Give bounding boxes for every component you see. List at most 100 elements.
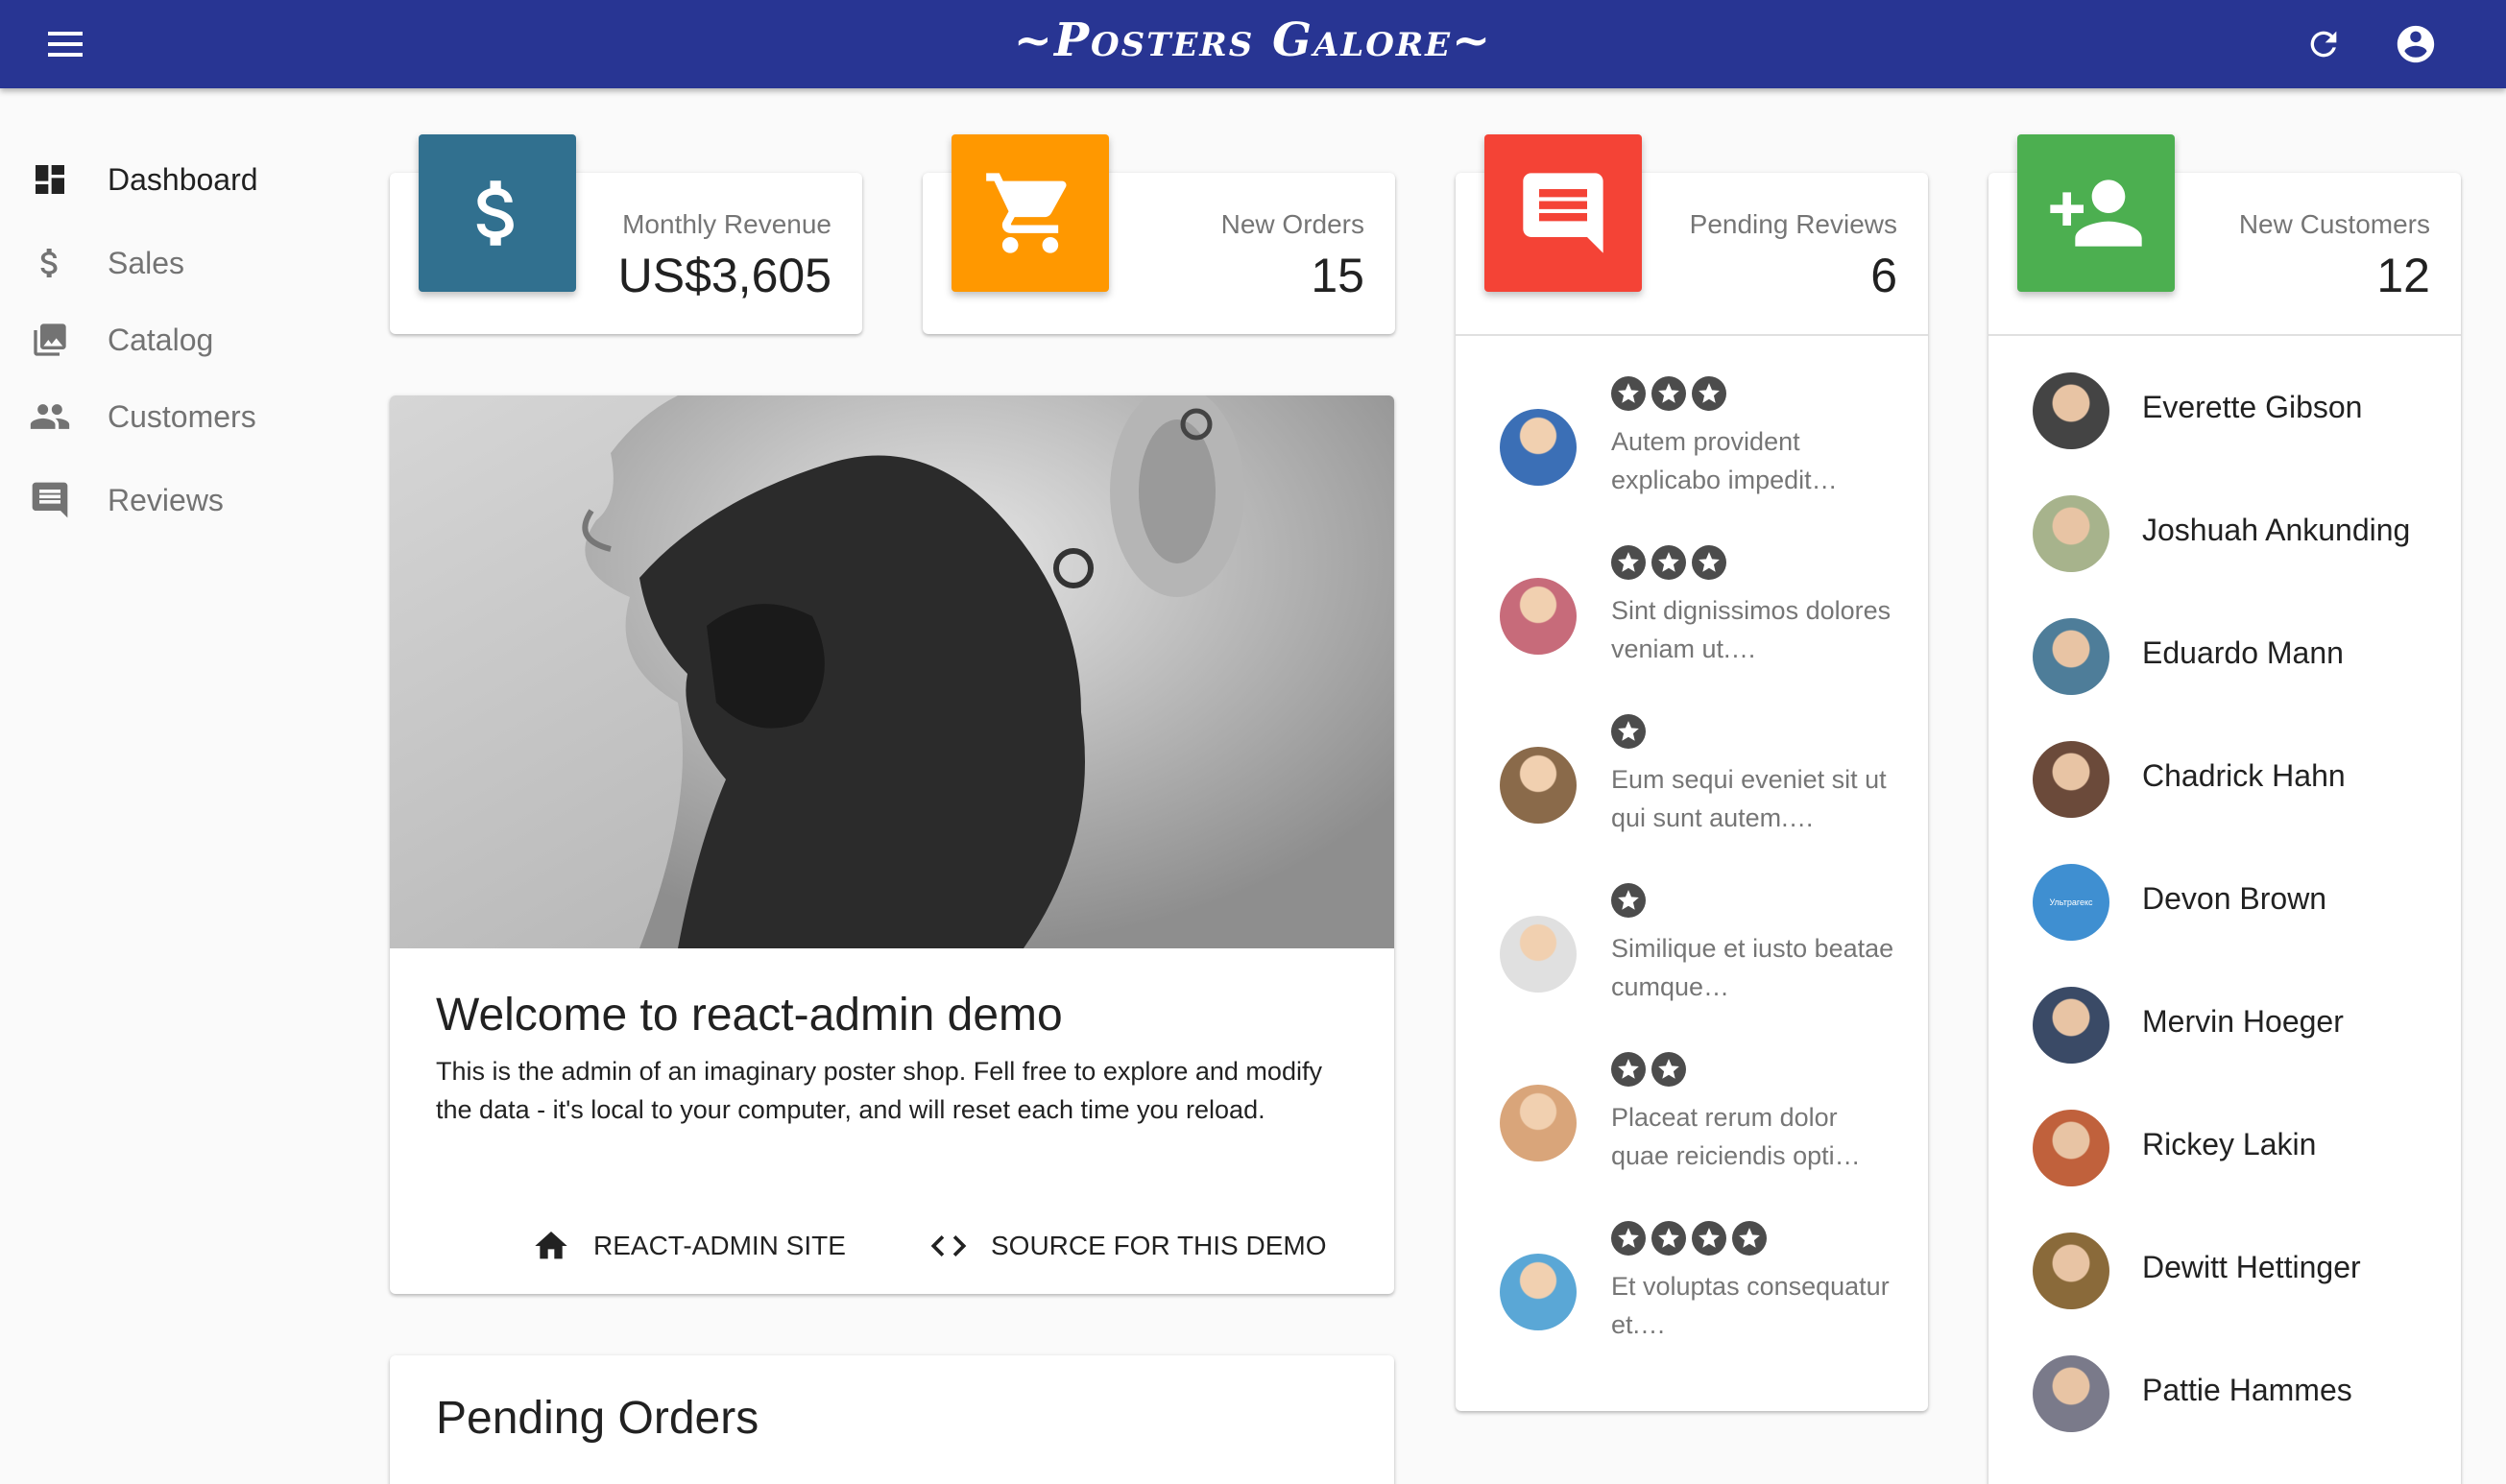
customer-item[interactable]: Dewitt Hettinger <box>1988 1209 2461 1332</box>
app-bar: ~Posters Galore~ <box>0 0 2506 88</box>
avatar <box>1500 747 1577 824</box>
link-label: REACT-ADMIN SITE <box>593 1231 846 1260</box>
stat-value: US$3,605 <box>617 249 831 302</box>
sidebar-item-label: Reviews <box>108 482 224 517</box>
stat-value: 6 <box>1870 249 1897 302</box>
app-title: ~Posters Galore~ <box>1013 13 1493 67</box>
dollar-icon <box>29 242 71 284</box>
review-text: Similique et iusto beatae cumque… <box>1611 934 1894 1001</box>
stat-value: 15 <box>1311 249 1364 302</box>
sidebar: Dashboard Sales Catalog Customers Review… <box>0 134 346 545</box>
star-icon <box>1651 376 1686 411</box>
stat-label: Monthly Revenue <box>622 209 831 239</box>
star-icon <box>1692 1221 1726 1256</box>
star-icon <box>1611 883 1646 918</box>
avatar <box>2033 741 2109 818</box>
welcome-card: Welcome to react-admin demo This is the … <box>390 395 1394 1294</box>
refresh-icon[interactable] <box>2297 17 2350 71</box>
star-icon <box>1611 1221 1646 1256</box>
shopping-cart-icon <box>952 134 1109 292</box>
star-icon <box>1692 376 1726 411</box>
sidebar-item-dashboard[interactable]: Dashboard <box>0 134 346 225</box>
customer-name: Chadrick Hahn <box>2142 758 2346 793</box>
star-icon <box>1611 376 1646 411</box>
customer-name: Everette Gibson <box>2142 390 2363 424</box>
source-link[interactable]: SOURCE FOR THIS DEMO <box>928 1217 1327 1275</box>
customer-name: Joshuah Ankunding <box>2142 513 2411 547</box>
customer-item[interactable]: Eduardo Mann <box>1988 595 2461 718</box>
avatar <box>1500 1254 1577 1330</box>
comment-icon <box>29 479 71 521</box>
customer-name: Eduardo Mann <box>2142 635 2344 670</box>
rating-stars <box>1611 1221 1767 1256</box>
review-item[interactable]: Et voluptas consequatur et.… <box>1456 1186 1928 1355</box>
pending-orders-card: Pending Orders <box>390 1355 1394 1484</box>
avatar <box>1500 578 1577 655</box>
customer-item[interactable]: Pattie Hammes <box>1988 1332 2461 1455</box>
pending-orders-title: Pending Orders <box>436 1393 759 1444</box>
avatar: Ультрагекс <box>2033 864 2109 941</box>
review-text: Sint dignissimos dolores veniam ut.… <box>1611 596 1892 663</box>
review-text: Autem provident explicabo impedit… <box>1611 427 1838 494</box>
avatar-text: Ультрагекс <box>2049 898 2093 907</box>
avatar <box>1500 409 1577 486</box>
customer-item[interactable]: Rickey Lakin <box>1988 1087 2461 1209</box>
link-label: SOURCE FOR THIS DEMO <box>991 1231 1327 1260</box>
rating-stars <box>1611 883 1646 918</box>
welcome-title: Welcome to react-admin demo <box>436 990 1063 1041</box>
sidebar-item-label: Catalog <box>108 322 214 357</box>
star-icon <box>1651 545 1686 580</box>
avatar <box>2033 1233 2109 1309</box>
star-icon <box>1692 545 1726 580</box>
star-icon <box>1611 1052 1646 1087</box>
review-text: Eum sequi eveniet sit ut qui sunt autem.… <box>1611 765 1887 832</box>
new-customers-card: New Customers 12 Everette Gibson Joshuah … <box>1988 173 2461 1484</box>
customer-name: Mervin Hoeger <box>2142 1004 2344 1039</box>
sidebar-item-sales[interactable]: Sales <box>0 225 346 301</box>
dashboard-icon <box>29 158 71 201</box>
sidebar-item-label: Sales <box>108 245 185 280</box>
customer-name: Pattie Hammes <box>2142 1373 2352 1407</box>
welcome-image <box>390 395 1394 948</box>
react-admin-site-link[interactable]: REACT-ADMIN SITE <box>530 1217 846 1275</box>
stat-value: 12 <box>2376 249 2430 302</box>
avatar <box>2033 372 2109 449</box>
star-icon <box>1611 714 1646 749</box>
customer-name: Devon Brown <box>2142 881 2327 916</box>
stat-label: Pending Reviews <box>1689 209 1897 239</box>
welcome-text: This is the admin of an imaginary poster… <box>436 1057 1322 1124</box>
customer-item[interactable]: Everette Gibson <box>1988 349 2461 472</box>
avatar <box>2033 987 2109 1064</box>
avatar <box>1500 916 1577 993</box>
review-item[interactable]: Similique et iusto beatae cumque… <box>1456 849 1928 1017</box>
customer-name: Dewitt Hettinger <box>2142 1250 2361 1284</box>
pending-reviews-card: Pending Reviews 6 Autem provident explic… <box>1456 173 1928 1411</box>
customer-item[interactable]: Chadrick Hahn <box>1988 718 2461 841</box>
review-item[interactable]: Autem provident explicabo impedit… <box>1456 342 1928 511</box>
avatar <box>2033 1110 2109 1186</box>
avatar <box>2033 618 2109 695</box>
account-circle-icon[interactable] <box>2387 15 2445 73</box>
divider <box>1456 334 1928 336</box>
rating-stars <box>1611 545 1726 580</box>
customer-name: Rickey Lakin <box>2142 1127 2317 1161</box>
review-text: Et voluptas consequatur et.… <box>1611 1272 1890 1339</box>
person-add-icon <box>2017 134 2175 292</box>
sidebar-item-label: Dashboard <box>108 161 258 197</box>
stat-label: New Orders <box>1220 209 1364 239</box>
rating-stars <box>1611 1052 1686 1087</box>
star-icon <box>1611 545 1646 580</box>
comment-icon <box>1484 134 1642 292</box>
sidebar-item-reviews[interactable]: Reviews <box>0 455 346 545</box>
star-icon <box>1651 1221 1686 1256</box>
review-item[interactable]: Eum sequi eveniet sit ut qui sunt autem.… <box>1456 680 1928 849</box>
review-item[interactable]: Placeat rerum dolor quae reiciendis opti… <box>1456 1017 1928 1186</box>
divider <box>1988 334 2461 336</box>
review-item[interactable]: Sint dignissimos dolores veniam ut.… <box>1456 511 1928 680</box>
sidebar-item-catalog[interactable]: Catalog <box>0 301 346 378</box>
customer-item[interactable]: Joshuah Ankunding <box>1988 472 2461 595</box>
customer-item[interactable]: Ультрагекс Devon Brown <box>1988 841 2461 964</box>
dollar-icon <box>419 134 576 292</box>
sidebar-item-customers[interactable]: Customers <box>0 378 346 455</box>
customer-item[interactable]: Mervin Hoeger <box>1988 964 2461 1087</box>
